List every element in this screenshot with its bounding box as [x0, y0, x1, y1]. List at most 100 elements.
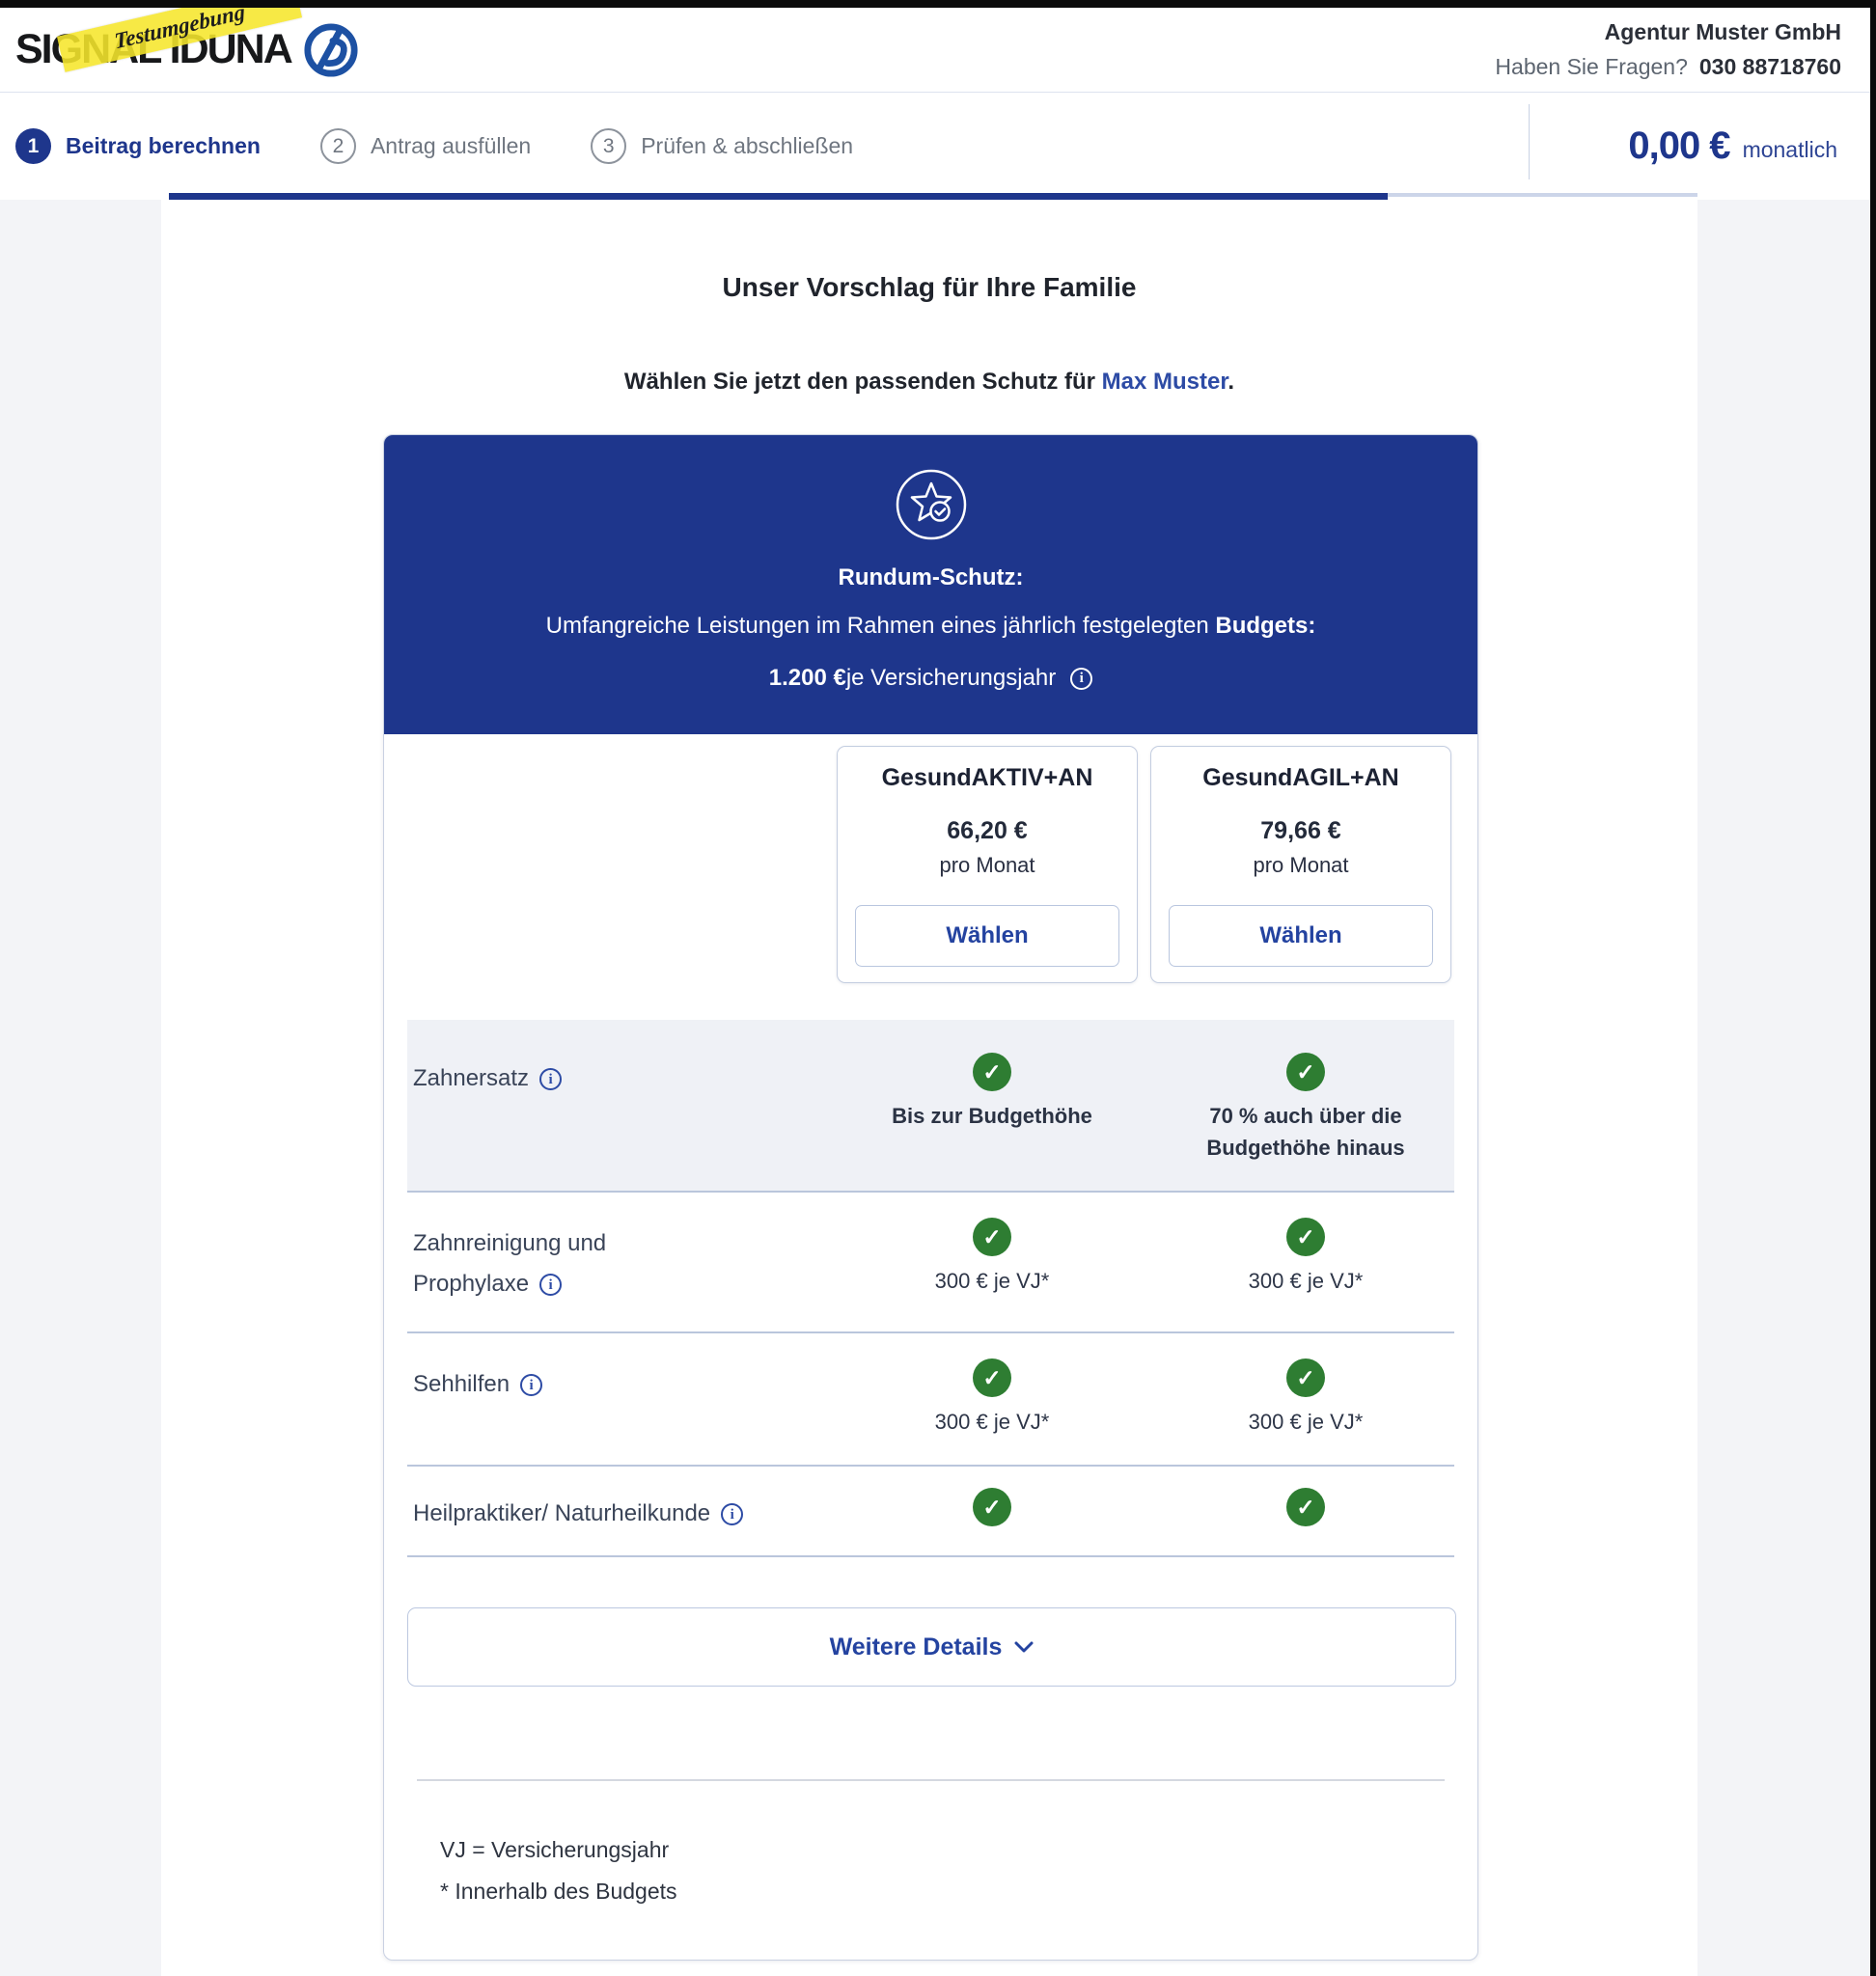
feature-value-text: 300 € je VJ*	[1248, 1269, 1364, 1293]
choose-gesundaktiv-button[interactable]: Wählen	[855, 905, 1119, 967]
feature-label-text: Prophylaxe	[413, 1271, 530, 1297]
step-2-label: Antrag ausfüllen	[370, 133, 532, 158]
banner-title: Rundum-Schutz:	[838, 564, 1024, 590]
prophylaxe-info-icon[interactable]: i	[539, 1274, 563, 1297]
progress-fill	[169, 193, 1388, 200]
agency-phone: 030 88718760	[1698, 53, 1841, 79]
feature-label-line2: Prophylaxe i	[413, 1264, 829, 1304]
feature-label-line1: Zahnreinigung und	[413, 1230, 607, 1256]
step-pruefen-abschliessen[interactable]: 3 Prüfen & abschließen	[591, 128, 853, 164]
signal-iduna-emblem-icon	[303, 22, 358, 77]
star-badge-icon	[896, 469, 966, 540]
agency-name: Agentur Muster GmbH	[1604, 18, 1841, 44]
screenshot-right-border	[1870, 0, 1876, 1976]
feature-value-col1: ✓ 300 € je VJ*	[841, 1218, 1143, 1297]
step-1-circle: 1	[15, 128, 51, 164]
header: SIGNAL IDUNA Testumgebung Agentur Muster…	[0, 0, 1870, 200]
chevron-down-icon	[1014, 1641, 1034, 1653]
feature-label-text: Sehhilfen	[413, 1371, 510, 1397]
tariff-cards-row: GesundAKTIV+AN 66,20 € pro Monat Wählen …	[384, 734, 1477, 983]
check-icon: ✓	[1286, 1488, 1325, 1526]
more-details-button[interactable]: Weitere Details	[407, 1607, 1456, 1687]
heilpraktiker-info-icon[interactable]: i	[721, 1503, 744, 1526]
feature-comparison-table: Zahnersatz i ✓ Bis zur Budgethöhe ✓ 70 % …	[407, 1020, 1454, 1557]
check-icon: ✓	[973, 1218, 1011, 1256]
tariff-price-period: pro Monat	[1253, 853, 1349, 877]
step-beitrag-berechnen[interactable]: 1 Beitrag berechnen	[15, 128, 261, 164]
step-navigation: 1 Beitrag berechnen 2 Antrag ausfüllen 3…	[0, 93, 1870, 200]
rundum-schutz-banner: Rundum-Schutz: Umfangreiche Leistungen i…	[384, 435, 1477, 734]
step-1-label: Beitrag berechnen	[66, 133, 261, 158]
feature-row-zahnersatz: Zahnersatz i ✓ Bis zur Budgethöhe ✓ 70 % …	[407, 1020, 1454, 1193]
feature-label: Zahnreinigung und Prophylaxe i	[407, 1218, 829, 1304]
banner-description-text: Umfangreiche Leistungen im Rahmen eines …	[545, 613, 1216, 639]
signal-iduna-logo[interactable]: SIGNAL IDUNA Testumgebung	[15, 0, 359, 78]
feature-value-col2: ✓ 70 % auch über die Budgethöhe hinaus	[1155, 1053, 1456, 1164]
subtitle-prefix: Wählen Sie jetzt den passenden Schutz fü…	[623, 369, 1102, 395]
main-content-panel: Unser Vorschlag für Ihre Familie Wählen …	[161, 200, 1697, 1976]
agency-info: Agentur Muster GmbH Haben Sie Fragen? 030…	[1495, 15, 1841, 84]
feature-value-col1: ✓ 300 € je VJ*	[841, 1358, 1143, 1438]
sehhilfen-info-icon[interactable]: i	[520, 1374, 543, 1397]
footnote-vj: VJ = Versicherungsjahr	[440, 1837, 670, 1862]
budget-label: je Versicherungsjahr	[845, 665, 1057, 691]
footnote-divider	[417, 1779, 1445, 1781]
header-brand-row: SIGNAL IDUNA Testumgebung Agentur Muster…	[0, 0, 1870, 93]
price-period: monatlich	[1742, 137, 1837, 162]
feature-row-zahnreinigung: Zahnreinigung und Prophylaxe i ✓ 300 € je…	[407, 1193, 1454, 1333]
tariff-card-gesundaktiv: GesundAKTIV+AN 66,20 € pro Monat Wählen	[837, 746, 1138, 983]
more-details-label: Weitere Details	[829, 1633, 1003, 1660]
banner-description: Umfangreiche Leistungen im Rahmen eines …	[442, 613, 1420, 640]
header-vertical-divider	[1529, 104, 1530, 179]
page-title: Unser Vorschlag für Ihre Familie	[722, 272, 1137, 302]
subtitle-suffix: .	[1228, 369, 1235, 395]
step-2-circle: 2	[319, 128, 356, 164]
budget-info-icon[interactable]: i	[1070, 667, 1093, 690]
tariff-price-period: pro Monat	[939, 853, 1035, 877]
banner-description-bold: Budgets:	[1215, 613, 1316, 639]
check-icon: ✓	[1286, 1358, 1325, 1397]
insured-person-name: Max Muster	[1101, 369, 1228, 395]
step-antrag-ausfuellen[interactable]: 2 Antrag ausfüllen	[319, 128, 532, 164]
feature-label: Sehhilfen i	[407, 1358, 829, 1405]
step-3-circle: 3	[591, 128, 627, 164]
tariff-price: 66,20 €	[947, 817, 1028, 844]
footnote-budget: * Innerhalb des Budgets	[440, 1878, 677, 1904]
feature-value-col1: ✓	[841, 1488, 1143, 1526]
check-icon: ✓	[973, 1053, 1011, 1091]
feature-value-text: 70 % auch über die Budgethöhe hinaus	[1155, 1100, 1456, 1164]
banner-budget-line: 1.200 € je Versicherungsjahr i	[442, 665, 1420, 692]
tariff-card-gesundagil: GesundAGIL+AN 79,66 € pro Monat Wählen	[1150, 746, 1451, 983]
offer-card: Rundum-Schutz: Umfangreiche Leistungen i…	[383, 434, 1478, 1962]
zahnersatz-info-icon[interactable]: i	[539, 1068, 563, 1091]
questions-label: Haben Sie Fragen?	[1495, 53, 1688, 79]
feature-value-text: 300 € je VJ*	[934, 1269, 1050, 1293]
feature-value-line1: 70 % auch über die	[1209, 1104, 1402, 1128]
feature-value-text: Bis zur Budgethöhe	[892, 1104, 1092, 1128]
monthly-price: 0,00 € monatlich	[1628, 93, 1837, 200]
step-3-label: Prüfen & abschließen	[641, 133, 854, 158]
check-icon: ✓	[973, 1488, 1011, 1526]
feature-row-heilpraktiker: Heilpraktiker/ Naturheilkunde i ✓ ✓	[407, 1467, 1454, 1557]
feature-value-col1: ✓ Bis zur Budgethöhe	[841, 1053, 1143, 1132]
check-icon: ✓	[1286, 1053, 1325, 1091]
screenshot-top-border	[0, 0, 1876, 8]
feature-value-col2: ✓ 300 € je VJ*	[1155, 1218, 1456, 1297]
feature-value-text: 300 € je VJ*	[934, 1410, 1050, 1434]
footnotes: VJ = Versicherungsjahr * Innerhalb des B…	[440, 1829, 1477, 1960]
feature-value-text: 300 € je VJ*	[1248, 1410, 1364, 1434]
feature-row-sehhilfen: Sehhilfen i ✓ 300 € je VJ* ✓ 300 € je VJ*	[407, 1333, 1454, 1467]
feature-value-line2: Budgethöhe hinaus	[1206, 1136, 1405, 1160]
feature-label-text: Zahnersatz	[413, 1065, 530, 1091]
tariff-name: GesundAGIL+AN	[1202, 764, 1399, 791]
budget-amount: 1.200 €	[768, 665, 846, 691]
feature-label-text: Heilpraktiker/ Naturheilkunde	[413, 1500, 711, 1526]
feature-value-col2: ✓ 300 € je VJ*	[1155, 1358, 1456, 1438]
page-subtitle: Wählen Sie jetzt den passenden Schutz fü…	[161, 369, 1697, 396]
tariff-name: GesundAKTIV+AN	[881, 764, 1093, 791]
feature-label: Heilpraktiker/ Naturheilkunde i	[407, 1488, 829, 1534]
feature-label: Zahnersatz i	[407, 1053, 829, 1099]
choose-gesundagil-button[interactable]: Wählen	[1169, 905, 1433, 967]
price-amount: 0,00 €	[1628, 124, 1730, 167]
check-icon: ✓	[1286, 1218, 1325, 1256]
